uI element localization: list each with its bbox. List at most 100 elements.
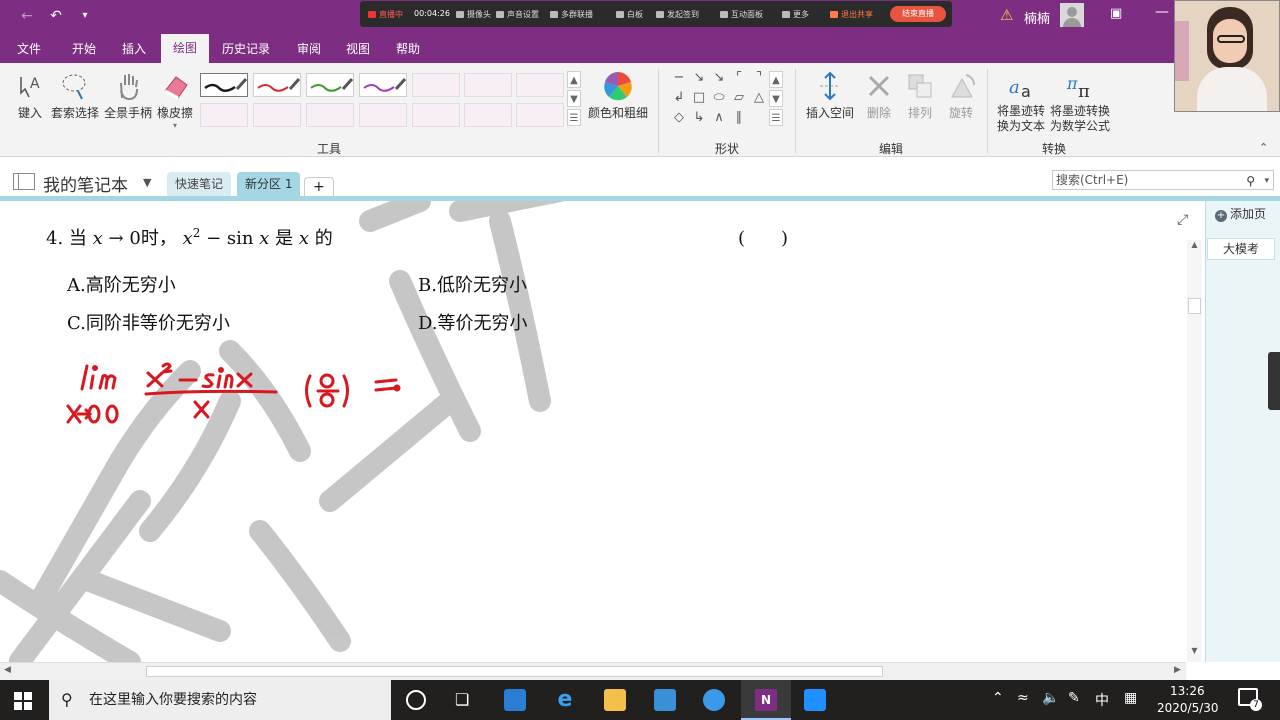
cortana-icon[interactable] [406,690,426,710]
pen-black[interactable] [200,73,248,97]
wifi-icon[interactable]: ≈ [1017,690,1029,706]
minimize-icon[interactable]: — [1155,4,1169,20]
avatar[interactable] [1060,3,1084,27]
arrange-button[interactable]: 排列 [905,71,935,121]
chevron-down-icon[interactable]: ▾ [157,121,193,130]
windows-start-icon[interactable] [14,692,32,710]
task-view-icon[interactable]: ❏ [455,690,469,709]
tab-draw[interactable]: 绘图 [161,34,209,63]
interaction-panel-button[interactable]: 互动面板 [720,9,763,20]
section-tab-quick-notes[interactable]: 快速笔记 [167,172,232,196]
search-input[interactable]: 搜索(Ctrl+E) ⚲ ▾ [1052,170,1274,190]
section-tab-new-section[interactable]: 新分区 1 [237,172,301,196]
tab-history[interactable]: 历史记录 [222,40,270,57]
coordinate-shape[interactable]: ↳ [690,110,708,126]
double-arrow-shape[interactable]: ↘ [710,70,728,86]
app-icon[interactable] [703,689,725,711]
search-icon[interactable]: ⚲ [1246,172,1255,190]
pen-slot[interactable] [516,73,564,97]
scrollbar-thumb[interactable] [146,666,883,677]
scroll-down-icon[interactable]: ▼ [769,90,783,107]
live-app-icon[interactable] [804,689,826,711]
horizontal-scrollbar[interactable]: ◀ ▶ [0,662,1186,680]
tab-insert[interactable]: 插入 [122,40,146,57]
chevron-down-icon[interactable]: ▾ [1264,172,1269,190]
type-button[interactable]: A 键入 [15,71,45,121]
eraser-button[interactable]: 橡皮擦 ▾ [157,71,193,130]
pen-slot[interactable] [464,73,512,97]
file-explorer-icon[interactable] [604,689,626,711]
rectangle-shape[interactable]: □ [690,90,708,106]
chevron-down-icon[interactable]: ▼ [143,176,151,189]
axis-shape[interactable]: ⌝ [750,70,768,86]
diamond-shape[interactable]: ◇ [670,110,688,126]
scroll-up-icon[interactable]: ▲ [769,71,783,88]
more-shapes-icon[interactable]: ☰ [769,109,783,126]
notebook-title[interactable]: 我的笔记本 [43,171,128,196]
pen-slot[interactable] [306,103,354,127]
collapse-ribbon-icon[interactable]: ⌃ [1259,141,1268,154]
ellipse-shape[interactable]: ⬭ [710,90,728,106]
triangle-shape[interactable]: △ [750,90,768,106]
clock-date[interactable]: 2020/5/30 [1157,701,1219,715]
insert-space-button[interactable]: 插入空间 [806,71,854,121]
side-panel-handle[interactable] [1268,352,1280,410]
scroll-left-icon[interactable]: ◀ [4,665,11,675]
color-and-thickness-button[interactable]: 颜色和粗细 [588,71,648,121]
scroll-up-icon[interactable]: ▲ [1187,240,1202,255]
ime-indicator[interactable]: 中 [1095,690,1109,710]
camera-button[interactable]: 摄像头 [456,9,491,20]
sound-settings-button[interactable]: 声音设置 [496,9,539,20]
panning-hand-button[interactable]: 全景手柄 [104,71,152,121]
end-live-button[interactable]: 结束直播 [890,6,946,22]
pen-slot[interactable] [200,103,248,127]
ime-mode-icon[interactable]: ▦ [1124,690,1137,706]
onenote-taskbar-button[interactable]: N [741,680,791,720]
warning-icon[interactable]: ⚠ [1000,6,1013,24]
ribbon-display-icon[interactable]: ▣ [1110,6,1122,21]
page-canvas[interactable]: 4. 当 x → 0时， x2 − sin x 是 x 的 ( ) A.高阶无穷… [0,201,1108,662]
page-item[interactable]: 大模考 [1207,238,1275,260]
tab-help[interactable]: 帮助 [396,40,420,57]
scroll-down-icon[interactable]: ▼ [1187,646,1202,661]
whiteboard-button[interactable]: 白板 [616,9,643,20]
more-button[interactable]: 更多 [782,9,809,20]
store-icon[interactable] [654,689,676,711]
volume-icon[interactable]: 🔈 [1042,690,1059,706]
add-page-button[interactable]: + 添加页 [1215,205,1266,222]
edge-icon[interactable]: e [554,689,576,711]
mail-icon[interactable] [504,689,526,711]
more-pens-icon[interactable]: ☰ [567,109,581,126]
graph-shape[interactable]: ∥ [730,110,748,126]
pen-slot[interactable] [412,103,460,127]
notification-icon[interactable]: 7 [1238,688,1262,711]
arrow-shape[interactable]: ↘ [690,70,708,86]
elbow-arrow-shape[interactable]: ↲ [670,90,688,106]
exit-share-button[interactable]: 退出共享 [830,9,873,20]
pen-slot[interactable] [464,103,512,127]
undo-icon[interactable]: ↶ [45,6,67,26]
rotate-button[interactable]: 旋转 [946,71,976,121]
axis3d-shape[interactable]: ∧ [710,110,728,126]
tab-file[interactable]: 文件 [17,40,41,57]
user-name[interactable]: 楠楠 [1024,8,1050,27]
scroll-right-icon[interactable]: ▶ [1174,665,1181,675]
taskbar-search-input[interactable]: ⚲ 在这里输入你要搜索的内容 [49,680,391,720]
scroll-up-icon[interactable]: ▲ [567,71,581,88]
tab-view[interactable]: 视图 [346,40,370,57]
pen-slot[interactable] [412,73,460,97]
pen-slot[interactable] [359,103,407,127]
clock-time[interactable]: 13:26 [1170,684,1205,698]
delete-button[interactable]: 删除 [864,71,894,121]
pen-icon[interactable]: ✎ [1068,690,1080,706]
sign-in-button[interactable]: 发起签到 [656,9,699,20]
parallelogram-shape[interactable]: ▱ [730,90,748,106]
tab-review[interactable]: 审阅 [297,40,321,57]
scroll-down-icon[interactable]: ▼ [567,90,581,107]
chevron-down-icon[interactable]: ▾ [74,6,96,26]
scrollbar-thumb[interactable] [1188,298,1201,314]
lasso-select-button[interactable]: 套索选择 [51,71,99,121]
pen-green[interactable] [306,73,354,97]
vertical-scrollbar[interactable]: ▲ ▼ [1187,240,1202,662]
line-shape[interactable]: − [670,70,688,86]
